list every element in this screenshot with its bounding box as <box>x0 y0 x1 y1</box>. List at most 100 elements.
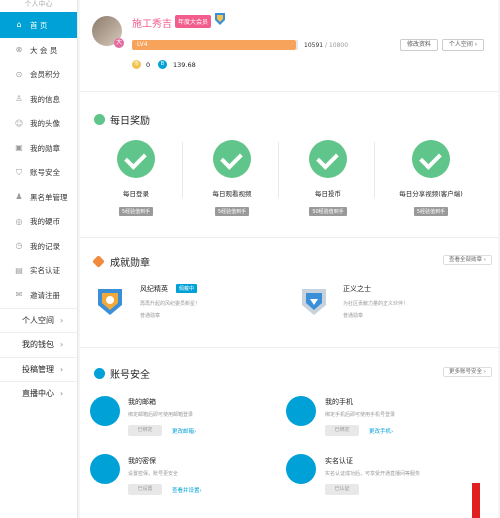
id-card-icon: ▤ <box>15 265 23 275</box>
chevron-right-icon: › <box>60 340 64 350</box>
reward-label: 每日投币 <box>315 190 341 198</box>
security-item-title: 我的密保 <box>128 457 156 465</box>
main-content: 大 施工秀吉 年度大会员 LV4 10591 / 10800 修改资料 个人空间… <box>80 0 498 518</box>
phone-icon <box>286 396 316 426</box>
level-label: LV4 <box>137 41 148 48</box>
exp-current: 10591 <box>304 42 324 49</box>
change-email-link[interactable]: 更改邮箱› <box>172 427 196 435</box>
invite-icon: ✉ <box>15 290 23 300</box>
reward-tag: 5经验值到手 <box>118 207 154 216</box>
vip-badge-icon: 大 <box>114 38 124 48</box>
sidebar-item-label: 账号安全 <box>30 168 60 178</box>
email-status-button[interactable]: 已绑定 <box>128 425 162 436</box>
daily-reward-title: 每日奖励 <box>94 112 150 127</box>
phone-status-button[interactable]: 已绑定 <box>325 425 359 436</box>
view-security-question-link[interactable]: 查看并设置› <box>172 486 202 494</box>
sidebar-item-label: 会员积分 <box>30 70 60 80</box>
medal-icon <box>215 13 225 25</box>
security-item-desc: 绑定邮箱后即可使用邮箱登录 <box>128 412 194 418</box>
avatar-icon: ☺ <box>14 118 24 128</box>
gift-icon <box>94 114 105 125</box>
avatar[interactable]: 大 <box>92 16 124 48</box>
medal-status: 普通勋章 <box>140 313 161 319</box>
sidebar-item-vip[interactable]: ⊗ 大 会 员 <box>0 38 77 63</box>
chevron-right-icon: › <box>60 315 64 325</box>
sidebar-item-label: 我的头像 <box>30 119 60 129</box>
sidebar-item-coins[interactable]: ◎ 我的硬币 <box>0 210 77 235</box>
more-security-link[interactable]: 更多账号安全 › <box>443 367 492 377</box>
scroll-indicator[interactable] <box>472 483 480 518</box>
sidebar-item-invite[interactable]: ✉ 邀请注册 <box>0 283 77 308</box>
question-icon <box>90 454 120 484</box>
medal-name: 风纪精英 <box>140 285 168 293</box>
check-icon <box>213 140 251 178</box>
medal-desc: 再再升起的风纪委员新星！ <box>140 301 201 307</box>
sidebar-item-label: 我的硬币 <box>30 217 60 227</box>
divider <box>278 142 279 198</box>
shield-icon: ⛉ <box>16 167 22 177</box>
medal-desc: 为社区贡献力量的正义伙伴！ <box>343 301 409 307</box>
sidebar-group-wallet[interactable]: 我的钱包 › <box>0 332 77 357</box>
section-title-text: 成就勋章 <box>110 258 150 269</box>
chevron-right-icon: › <box>60 364 64 374</box>
mail-icon <box>90 396 120 426</box>
id-card-icon <box>286 454 316 484</box>
security-question-status-button[interactable]: 已设置 <box>128 484 162 495</box>
sidebar-group-label: 直播中心 <box>22 389 54 399</box>
bcoin-icon: B <box>158 60 167 69</box>
sidebar: 个人中心 ⌂ 首 页 ⊗ 大 会 员 ⊙ 会员积分 ♙ 我的信息 ☺ 我的头像 ▣ 我的勋章… <box>0 0 78 518</box>
sidebar-item-medal[interactable]: ▣ 我的勋章 <box>0 136 77 161</box>
level-progress-track <box>296 40 298 50</box>
username: 施工秀吉 <box>132 19 172 30</box>
view-all-medals-link[interactable]: 查看全部勋章 › <box>443 255 492 265</box>
history-icon: ◷ <box>15 241 23 251</box>
sidebar-group-space[interactable]: 个人空间 › <box>0 307 77 333</box>
reward-share: 每日分享视频(客户端) 5经验值到手 <box>376 140 486 217</box>
sidebar-group-label: 个人空间 <box>22 315 54 325</box>
personal-space-button[interactable]: 个人空间 › <box>442 39 484 51</box>
home-icon: ⌂ <box>16 20 22 29</box>
sidebar-group-upload[interactable]: 投稿管理 › <box>0 356 77 382</box>
security-item-title: 我的手机 <box>325 398 353 406</box>
realname-status-button[interactable]: 已认证 <box>325 484 359 495</box>
sidebar-title: 个人中心 <box>24 0 53 8</box>
exp-counter: 10591 / 10800 <box>304 42 348 49</box>
section-title-text: 每日奖励 <box>110 116 150 127</box>
reward-tag: 5经验值到手 <box>214 207 250 216</box>
vip-status-badge: 年度大会员 <box>175 15 212 28</box>
sidebar-item-home[interactable]: ⌂ 首 页 <box>0 12 77 38</box>
lock-icon <box>94 368 105 379</box>
medal-wearing-tag: 佩戴中 <box>176 284 198 293</box>
sidebar-item-realname[interactable]: ▤ 实名认证 <box>0 259 77 284</box>
sidebar-item-history[interactable]: ◷ 我的记录 <box>0 234 77 259</box>
sidebar-item-points[interactable]: ⊙ 会员积分 <box>0 63 77 88</box>
sidebar-item-info[interactable]: ♙ 我的信息 <box>0 87 77 112</box>
security-item-desc: 绑定手机后即可使用手机号登录 <box>325 412 396 418</box>
security-title: 账号安全 <box>94 366 150 381</box>
user-info-icon: ♙ <box>15 94 23 104</box>
reward-label: 每日观看视频 <box>212 190 252 198</box>
coin-icon: 币 <box>132 60 141 69</box>
sidebar-item-blacklist[interactable]: ♟ 黑名单管理 <box>0 185 77 210</box>
sidebar-item-label: 大 会 员 <box>30 45 58 55</box>
divider <box>182 142 183 198</box>
reward-tag: 50经验值到手 <box>309 207 347 216</box>
sidebar-group-label: 投稿管理 <box>22 364 54 374</box>
sidebar-item-security[interactable]: ⛉ 账号安全 <box>0 161 77 186</box>
chevron-right-icon: › <box>60 389 64 399</box>
check-icon <box>412 140 450 178</box>
sidebar-group-live[interactable]: 直播中心 › <box>0 381 77 406</box>
check-icon <box>309 140 347 178</box>
change-phone-link[interactable]: 更改手机› <box>369 427 393 435</box>
sidebar-item-label: 我的记录 <box>30 241 60 251</box>
coin-count: 0 <box>146 61 151 69</box>
reward-watch: 每日观看视频 5经验值到手 <box>184 140 280 217</box>
medal-name: 正义之士 <box>343 285 371 293</box>
sidebar-group-label: 我的钱包 <box>22 340 54 350</box>
medal-fengji-icon <box>98 289 122 315</box>
sidebar-item-avatar[interactable]: ☺ 我的头像 <box>0 112 77 137</box>
sidebar-item-label: 黑名单管理 <box>30 192 68 202</box>
exp-max: 10800 <box>328 42 349 49</box>
security-item-desc: 设置密保，账号更安全 <box>128 471 179 477</box>
edit-profile-button[interactable]: 修改资料 <box>400 39 438 51</box>
